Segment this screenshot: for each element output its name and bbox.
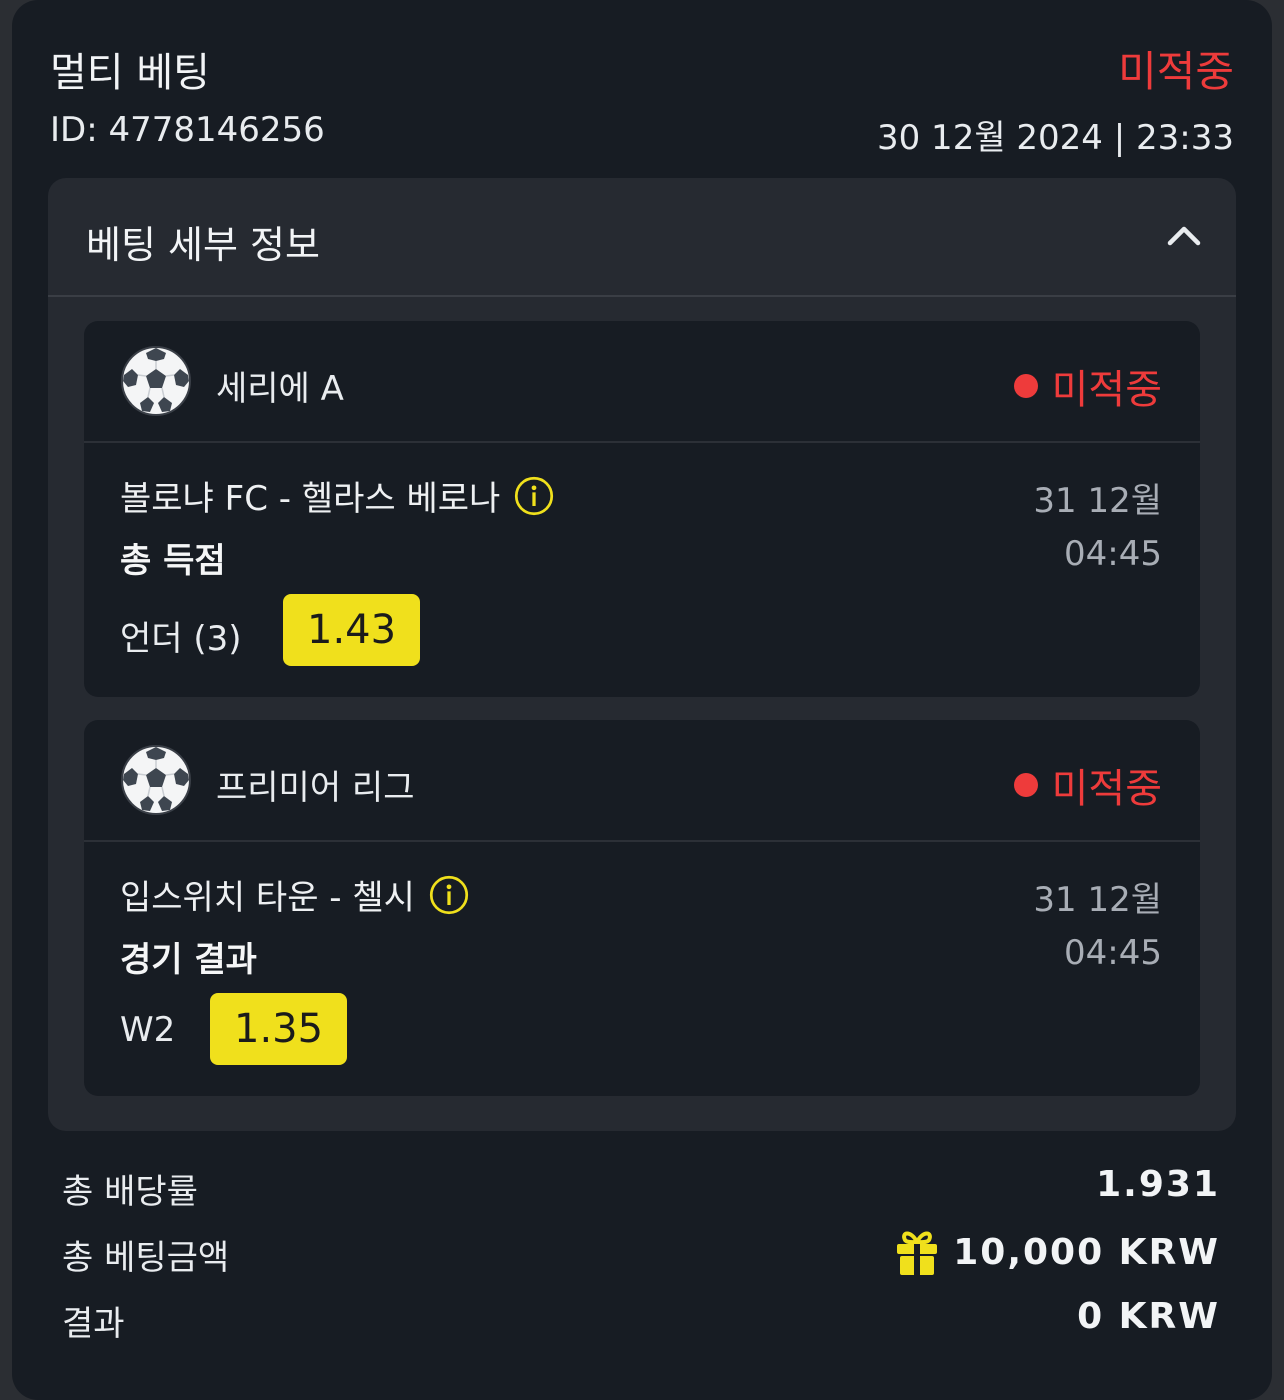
bet-id: ID: 4778146256 xyxy=(50,110,325,150)
bet-details-title: 베팅 세부 정보 xyxy=(86,223,320,267)
event-card: 프리미어 리그 미적중 입스위치 타운 - 첼시 경기 결과 31 12월 04… xyxy=(84,720,1200,1096)
selection-name: 언더 (3) xyxy=(120,619,242,659)
status-dot-icon xyxy=(1013,374,1038,398)
total-odds-label: 총 배당률 xyxy=(62,1172,198,1212)
total-stake-value: 10,000 KRW xyxy=(953,1231,1220,1273)
bet-type-title: 멀티 베팅 xyxy=(50,50,210,96)
total-odds-value: 1.931 xyxy=(1096,1164,1220,1205)
bet-datetime: 30 12월 2024 | 23:33 xyxy=(876,118,1234,158)
event-date: 31 12월 xyxy=(1033,880,1162,920)
soccer-ball-icon xyxy=(121,346,191,416)
status-dot-icon xyxy=(1013,773,1038,797)
event-time: 04:45 xyxy=(1064,534,1162,574)
match-row: 볼로냐 FC - 헬라스 베로나 xyxy=(120,471,554,520)
info-icon[interactable] xyxy=(429,875,469,915)
market-name: 경기 결과 xyxy=(120,940,257,980)
event-status-label: 미적중 xyxy=(1051,367,1162,413)
event-time: 04:45 xyxy=(1064,933,1162,973)
event-status: 미적중 xyxy=(1013,756,1162,814)
event-status: 미적중 xyxy=(1013,357,1162,415)
event-card: 세리에 A 미적중 볼로냐 FC - 헬라스 베로나 총 득점 31 12월 0… xyxy=(84,321,1200,697)
total-stake-label: 총 베팅금액 xyxy=(62,1238,230,1278)
total-stake: 10,000 KRW xyxy=(895,1228,1220,1276)
league-name: 프리미어 리그 xyxy=(216,768,415,808)
event-header: 세리에 A 미적중 xyxy=(84,321,1200,443)
selection-name: W2 xyxy=(120,1010,176,1050)
match-name: 입스위치 타운 - 첼시 xyxy=(120,878,415,918)
event-status-label: 미적중 xyxy=(1051,766,1162,812)
bet-details-header[interactable]: 베팅 세부 정보 xyxy=(48,178,1236,297)
league-name: 세리에 A xyxy=(216,369,344,409)
match-row: 입스위치 타운 - 첼시 xyxy=(120,870,469,919)
odds-badge: 1.35 xyxy=(210,993,348,1065)
bet-details-panel: 베팅 세부 정보 세리에 A 미적중 볼로냐 FC - 헬라스 베로나 총 득점… xyxy=(48,178,1236,1131)
info-icon[interactable] xyxy=(514,476,554,516)
market-name: 총 득점 xyxy=(120,541,226,581)
result-label: 결과 xyxy=(62,1304,125,1344)
event-date: 31 12월 xyxy=(1033,481,1162,521)
match-name: 볼로냐 FC - 헬라스 베로나 xyxy=(120,479,501,519)
event-header: 프리미어 리그 미적중 xyxy=(84,720,1200,842)
odds-badge: 1.43 xyxy=(283,594,421,666)
soccer-ball-icon xyxy=(121,745,191,815)
bet-status: 미적중 xyxy=(1118,47,1234,96)
result-value: 0 KRW xyxy=(1077,1296,1220,1337)
bet-card: 멀티 베팅 미적중 ID: 4778146256 30 12월 2024 | 2… xyxy=(12,0,1272,1400)
gift-icon xyxy=(897,1231,938,1275)
chevron-up-icon[interactable] xyxy=(1164,216,1204,256)
